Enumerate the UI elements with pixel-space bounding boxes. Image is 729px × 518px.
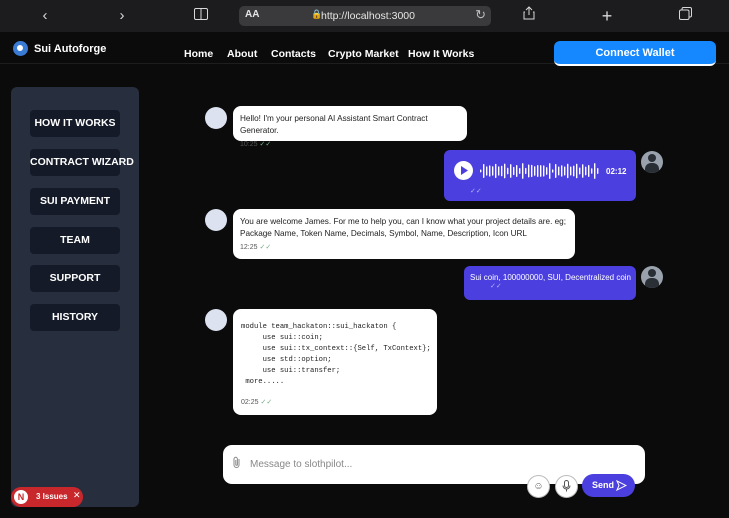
url-text: http://localhost:3000: [321, 10, 415, 22]
nav-contacts[interactable]: Contacts: [271, 48, 316, 60]
user-avatar: [641, 266, 663, 288]
message-input[interactable]: [250, 455, 630, 473]
message-status-icon: ✓✓: [470, 188, 482, 195]
user-avatar: [641, 151, 663, 173]
bot-code-message: module team_hackaton::sui_hackaton { use…: [233, 309, 437, 415]
new-tab-icon[interactable]: +: [597, 0, 617, 32]
microphone-icon[interactable]: [555, 475, 578, 498]
send-button[interactable]: Send: [582, 474, 635, 497]
sidebar-item-how-it-works[interactable]: HOW IT WORKS: [30, 110, 120, 137]
reload-icon[interactable]: ↻: [475, 7, 486, 23]
waveform: [480, 163, 599, 179]
sidebar: HOW IT WORKS CONTRACT WIZARD SUI PAYMENT…: [11, 87, 139, 507]
issues-label: 3 Issues: [36, 492, 68, 501]
forward-icon[interactable]: ›: [112, 0, 132, 32]
connect-wallet-button[interactable]: Connect Wallet: [554, 41, 716, 66]
bot-message: You are welcome James. For me to help yo…: [233, 209, 575, 259]
message-time: 02:25 ✓✓: [241, 399, 273, 406]
bot-avatar: [205, 309, 227, 331]
share-icon[interactable]: [519, 0, 539, 32]
play-icon[interactable]: [454, 161, 473, 180]
bot-message: Hello! I'm your personal AI Assistant Sm…: [233, 106, 467, 148]
nav-how-it-works[interactable]: How It Works: [408, 48, 474, 60]
brand-logo-icon: [13, 41, 28, 56]
message-text-line-2: Package Name, Token Name, Decimals, Symb…: [240, 229, 527, 238]
sidebar-item-contract-wizard[interactable]: CONTRACT WIZARD: [30, 149, 134, 176]
sidebar-item-history[interactable]: HISTORY: [30, 304, 120, 331]
nav-about[interactable]: About: [227, 48, 257, 60]
browser-toolbar: ‹ › AA 🔒 http://localhost:3000 ↻ +: [0, 0, 729, 32]
code-block: module team_hackaton::sui_hackaton { use…: [241, 323, 431, 386]
send-label: Send: [592, 480, 615, 490]
send-icon: [616, 480, 627, 491]
text-size-button[interactable]: AA: [245, 9, 259, 20]
tabs-icon[interactable]: [675, 0, 695, 32]
bot-avatar: [205, 107, 227, 129]
sidebar-item-team[interactable]: TEAM: [30, 227, 120, 254]
close-icon[interactable]: ✕: [73, 490, 81, 501]
sidebar-item-sui-payment[interactable]: SUI PAYMENT: [30, 188, 120, 215]
nav-home[interactable]: Home: [184, 48, 213, 60]
bot-avatar: [205, 209, 227, 231]
brand[interactable]: Sui Autoforge: [13, 41, 106, 56]
attach-icon[interactable]: [232, 456, 242, 472]
message-text: Hello! I'm your personal AI Assistant Sm…: [240, 114, 428, 135]
sidebar-item-support[interactable]: SUPPORT: [30, 265, 120, 292]
voice-duration: 02:12: [606, 167, 627, 176]
brand-name: Sui Autoforge: [34, 42, 107, 55]
back-icon[interactable]: ‹: [35, 0, 55, 32]
message-time: 12:25 ✓✓: [240, 244, 272, 251]
user-voice-message: 02:12 ✓✓: [444, 150, 636, 201]
message-time: 10:25 ✓✓: [240, 141, 272, 148]
nextjs-logo-icon: N: [14, 490, 28, 504]
user-message: Sui coin, 100000000, SUI, Decentralized …: [464, 266, 636, 300]
nav-crypto-market[interactable]: Crypto Market: [328, 48, 399, 60]
emoji-icon[interactable]: ☺: [527, 475, 550, 498]
issues-badge[interactable]: N 3 Issues ✕: [11, 487, 83, 507]
address-bar[interactable]: AA 🔒 http://localhost:3000 ↻: [239, 6, 491, 26]
reader-icon[interactable]: [191, 0, 211, 32]
message-status-icon: ✓✓: [490, 283, 502, 290]
message-composer: [223, 445, 645, 484]
message-text-line-1: You are welcome James. For me to help yo…: [240, 217, 566, 226]
message-text: Sui coin, 100000000, SUI, Decentralized …: [470, 273, 631, 282]
